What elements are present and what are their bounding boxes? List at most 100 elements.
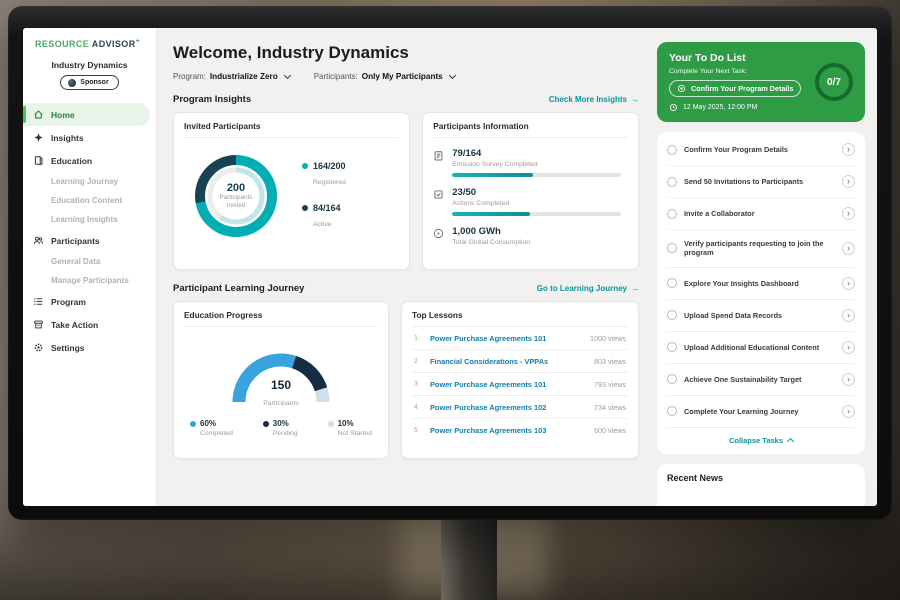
chevron-right-icon[interactable]: ›	[842, 309, 855, 322]
sidebar-item-program[interactable]: Program	[23, 290, 156, 313]
top-lessons-card: Top Lessons 1 Power Purchase Agreements …	[401, 301, 639, 459]
legend-dot	[328, 421, 334, 427]
sidebar-item-insights[interactable]: Insights	[23, 126, 156, 149]
lesson-row: 3 Power Purchase Agreements 101 793 view…	[412, 373, 628, 396]
app-logo: RESOURCE ADVISOR+	[23, 38, 156, 49]
chevron-right-icon[interactable]: ›	[842, 341, 855, 354]
lesson-link[interactable]: Power Purchase Agreements 101	[430, 380, 586, 389]
clock-icon	[669, 103, 678, 112]
task-checkbox[interactable]	[667, 177, 677, 187]
check-more-insights-link[interactable]: Check More Insights →	[549, 95, 639, 104]
main-content: Welcome, Industry Dynamics Program: Indu…	[157, 28, 651, 506]
progress-bar	[452, 173, 621, 177]
sidebar-item-learning-journey[interactable]: Learning Journey	[23, 172, 156, 191]
survey-icon	[433, 150, 444, 161]
lesson-row: 5 Power Purchase Agreements 103 600 view…	[412, 419, 628, 441]
org-name: Industry Dynamics	[23, 60, 156, 70]
energy-icon	[433, 228, 444, 239]
sidebar-item-general-data[interactable]: General Data	[23, 252, 156, 271]
sidebar-item-settings[interactable]: Settings	[23, 336, 156, 359]
sidebar-item-home[interactable]: Home	[23, 103, 150, 126]
chevron-right-icon[interactable]: ›	[842, 207, 855, 220]
sidebar-item-education[interactable]: Education	[23, 149, 156, 172]
program-filter-dropdown[interactable]: Program: Industrialize Zero	[173, 72, 290, 81]
task-row[interactable]: Complete Your Learning Journey ›	[667, 396, 855, 428]
gear-icon	[33, 342, 44, 353]
legend-completed: 60% Completed	[190, 419, 233, 437]
sparkle-icon	[33, 132, 44, 143]
chevron-down-icon	[449, 72, 456, 79]
filters-bar: Program: Industrialize Zero Participants…	[173, 72, 639, 81]
sidebar-item-learning-insights[interactable]: Learning Insights	[23, 210, 156, 229]
monitor-stand	[441, 518, 497, 600]
lesson-link[interactable]: Power Purchase Agreements 103	[430, 426, 586, 435]
task-checkbox[interactable]	[667, 209, 677, 219]
task-checkbox[interactable]	[667, 145, 677, 155]
task-checkbox[interactable]	[667, 374, 677, 384]
task-checkbox[interactable]	[667, 406, 677, 416]
lesson-row: 2 Financial Considerations - VPPAs 803 v…	[412, 350, 628, 373]
monitor-bezel: RESOURCE ADVISOR+ Industry Dynamics Spon…	[8, 6, 892, 520]
radio-icon	[677, 84, 686, 93]
task-checkbox[interactable]	[667, 342, 677, 352]
people-icon	[33, 235, 44, 246]
chevron-up-icon	[787, 438, 794, 445]
lesson-row: 4 Power Purchase Agreements 102 734 view…	[412, 396, 628, 419]
education-gauge-chart: 150 Participants	[216, 336, 346, 408]
task-row[interactable]: Explore Your Insights Dashboard ›	[667, 268, 855, 300]
sidebar-item-participants[interactable]: Participants	[23, 229, 156, 252]
sidebar-item-take-action[interactable]: Take Action	[23, 313, 156, 336]
task-row[interactable]: Invite a Collaborator ›	[667, 198, 855, 230]
task-row[interactable]: Upload Spend Data Records ›	[667, 300, 855, 332]
task-checkbox[interactable]	[667, 243, 677, 253]
participants-information-card: Participants Information 79/164 Emission…	[422, 112, 639, 270]
task-row[interactable]: Achieve One Sustainability Target ›	[667, 364, 855, 396]
task-row[interactable]: Upload Additional Educational Content ›	[667, 332, 855, 364]
dashboard-screen: RESOURCE ADVISOR+ Industry Dynamics Spon…	[23, 28, 877, 506]
task-checkbox[interactable]	[667, 278, 677, 288]
sidebar: RESOURCE ADVISOR+ Industry Dynamics Spon…	[23, 28, 157, 506]
sidebar-item-manage-participants[interactable]: Manage Participants	[23, 271, 156, 290]
info-row-actions: 23/50 Actions Completed	[433, 177, 628, 216]
info-row-consumption: 1,000 GWh Total Global Consumption	[433, 216, 628, 246]
invited-donut-chart: 200 Participants Invited	[184, 144, 288, 248]
chevron-right-icon[interactable]: ›	[842, 175, 855, 188]
legend-dot	[190, 421, 196, 427]
chevron-right-icon[interactable]: ›	[842, 242, 855, 255]
task-row[interactable]: Confirm Your Program Details ›	[667, 134, 855, 166]
sidebar-nav: Home Insights Education Learning Journey…	[23, 103, 156, 359]
task-row[interactable]: Send 50 Invitations to Participants ›	[667, 166, 855, 198]
section-title-program-insights: Program Insights	[173, 94, 251, 105]
legend-pending: 30% Pending	[263, 419, 298, 437]
chevron-right-icon[interactable]: ›	[842, 277, 855, 290]
book-icon	[33, 155, 44, 166]
lesson-link[interactable]: Financial Considerations - VPPAs	[430, 357, 586, 366]
legend-dot	[302, 163, 308, 169]
sponsor-icon	[68, 79, 76, 87]
chevron-down-icon	[284, 72, 291, 79]
lesson-link[interactable]: Power Purchase Agreements 101	[430, 334, 582, 343]
todo-summary-card: Your To Do List Complete Your Next Task:…	[657, 42, 865, 122]
arrow-right-icon: →	[631, 284, 639, 293]
due-date: 12 May 2025, 12:00 PM	[669, 103, 801, 112]
sidebar-item-education-content[interactable]: Education Content	[23, 191, 156, 210]
go-to-learning-journey-link[interactable]: Go to Learning Journey →	[537, 284, 639, 293]
info-row-survey: 79/164 Emission Survey Completed	[433, 138, 628, 177]
right-panel: Your To Do List Complete Your Next Task:…	[651, 28, 877, 506]
task-checkbox[interactable]	[667, 310, 677, 320]
sponsor-badge[interactable]: Sponsor	[60, 75, 118, 90]
task-counter: 0/7	[815, 63, 853, 101]
chevron-right-icon[interactable]: ›	[842, 143, 855, 156]
legend-dot	[302, 205, 308, 211]
task-row[interactable]: Verify participants requesting to join t…	[667, 230, 855, 268]
collapse-tasks-link[interactable]: Collapse Tasks	[667, 428, 855, 449]
lesson-link[interactable]: Power Purchase Agreements 102	[430, 403, 586, 412]
chevron-right-icon[interactable]: ›	[842, 405, 855, 418]
participants-filter-dropdown[interactable]: Participants: Only My Participants	[314, 72, 455, 81]
todo-task-list: Confirm Your Program Details › Send 50 I…	[657, 132, 865, 454]
education-progress-card: Education Progress 150 Participants 60%	[173, 301, 389, 459]
page-title: Welcome, Industry Dynamics	[173, 43, 639, 63]
chevron-right-icon[interactable]: ›	[842, 373, 855, 386]
next-task-chip[interactable]: Confirm Your Program Details	[669, 80, 801, 97]
invited-participants-card: Invited Participants	[173, 112, 410, 270]
